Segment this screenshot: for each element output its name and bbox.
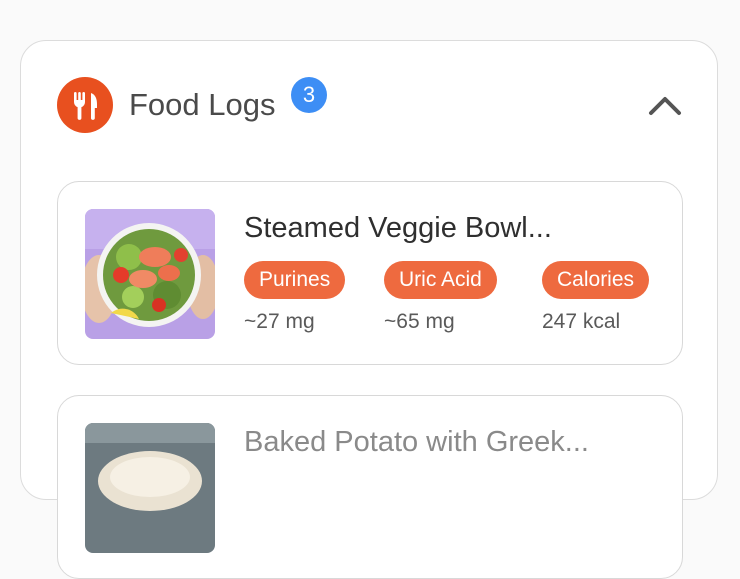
food-log-card[interactable]: Steamed Veggie Bowl... Purines Uric Acid…: [57, 181, 683, 365]
collapse-button[interactable]: [645, 87, 685, 123]
purines-pill: Purines: [244, 261, 346, 299]
food-logs-panel: Food Logs 3 Steamed Veggie Bowl... Purin…: [20, 40, 718, 579]
food-log-card[interactable]: Baked Potato with Greek...: [57, 395, 683, 579]
food-log-title: Steamed Veggie Bowl...: [244, 212, 552, 244]
food-logs-header[interactable]: Food Logs 3: [57, 77, 685, 133]
fork-knife-icon: [57, 77, 113, 133]
food-thumbnail: [85, 209, 215, 339]
calories-pill: Calories: [542, 261, 650, 299]
purines-value: ~27 mg: [244, 310, 315, 333]
food-log-title: Baked Potato with Greek...: [244, 426, 589, 458]
uric-acid-pill: Uric Acid: [384, 261, 497, 299]
count-badge: 3: [291, 77, 327, 113]
chevron-up-icon: [649, 97, 681, 115]
food-thumbnail: [85, 423, 215, 553]
uric-acid-value: ~65 mg: [384, 310, 455, 333]
calories-value: 247 kcal: [542, 310, 621, 333]
section-title: Food Logs: [129, 87, 276, 122]
